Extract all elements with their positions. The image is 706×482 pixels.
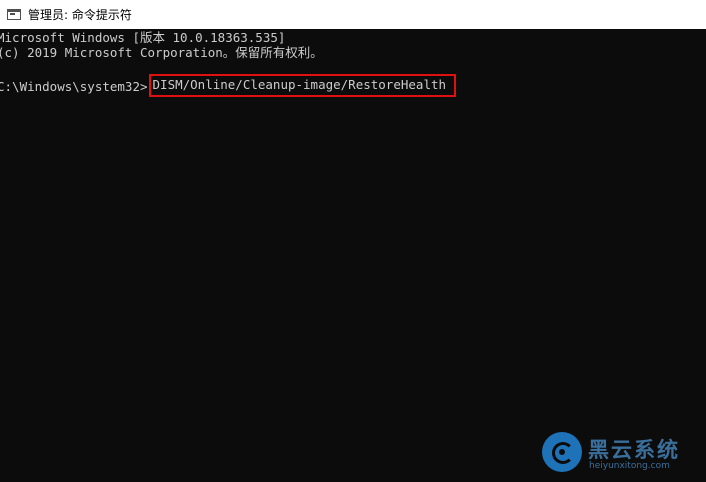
watermark-logo-icon — [542, 432, 582, 472]
watermark: 黑云系统 heiyunxitong.com — [542, 432, 692, 476]
highlighted-command: DISM/Online/Cleanup-image/RestoreHealth — [148, 74, 457, 97]
title-bar[interactable]: 管理员: 命令提示符 — [0, 0, 706, 29]
command-line: C:\Windows\system32> DISM/Online/Cleanup-… — [0, 74, 457, 97]
console-output[interactable]: Microsoft Windows [版本 10.0.18363.535] (c… — [0, 29, 706, 482]
prompt: C:\Windows\system32> — [0, 79, 148, 94]
copyright-line: (c) 2019 Microsoft Corporation。保留所有权利。 — [0, 45, 323, 60]
version-line: Microsoft Windows [版本 10.0.18363.535] — [0, 30, 286, 45]
command-prompt-window: 管理员: 命令提示符 Microsoft Windows [版本 10.0.18… — [0, 0, 706, 482]
window-title: 管理员: 命令提示符 — [28, 8, 132, 22]
watermark-url: heiyunxitong.com — [589, 461, 670, 471]
watermark-name: 黑云系统 — [588, 438, 680, 462]
console-icon — [7, 9, 21, 20]
